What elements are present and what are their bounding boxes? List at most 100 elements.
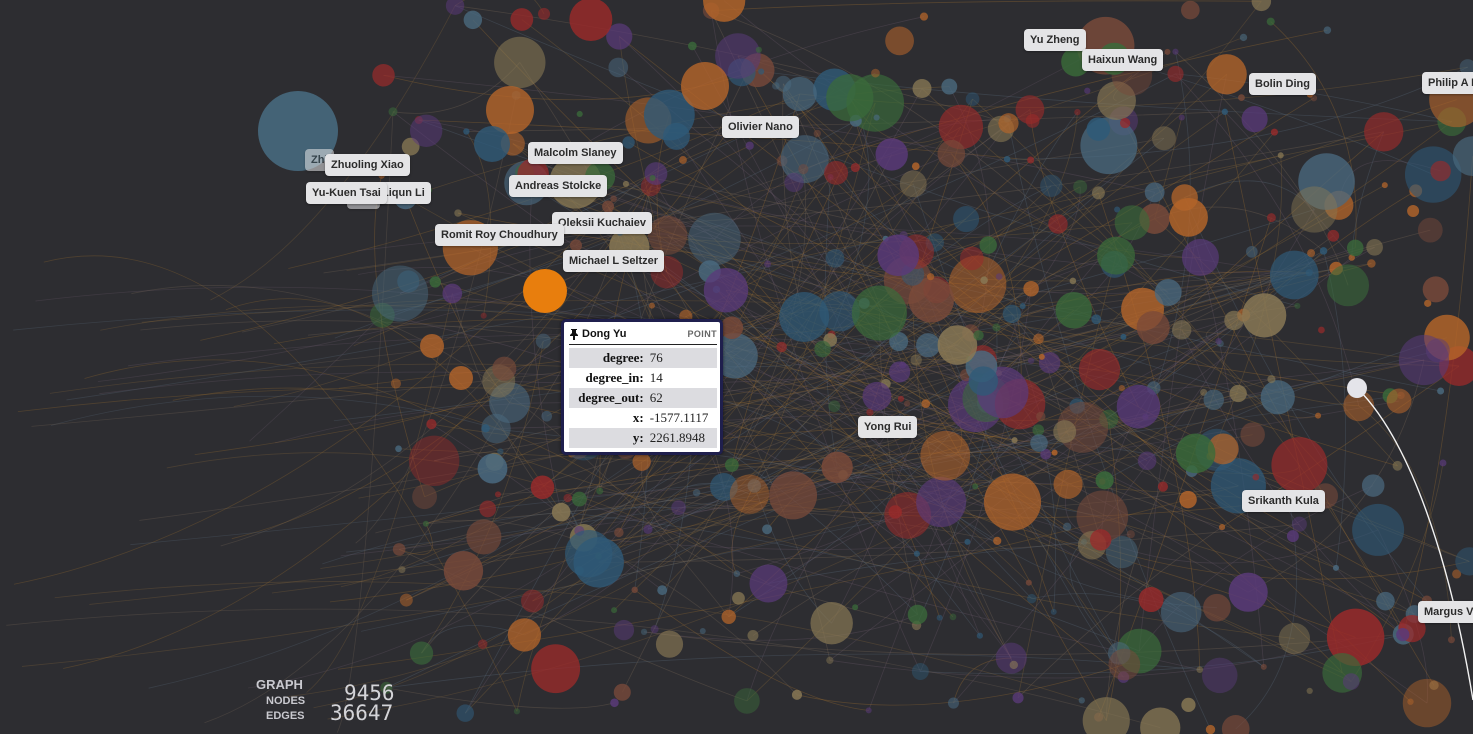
graph-node[interactable] (1048, 214, 1068, 234)
graph-node[interactable] (1181, 697, 1196, 712)
node-label-andreas-stolcke[interactable]: Andreas Stolcke (509, 175, 608, 197)
graph-node[interactable] (1136, 310, 1170, 345)
graph-node[interactable] (1137, 451, 1157, 471)
graph-node[interactable] (1306, 687, 1313, 695)
graph-node[interactable] (1286, 530, 1299, 543)
graph-node[interactable] (699, 628, 706, 635)
graph-node[interactable] (983, 473, 1042, 531)
graph-node[interactable] (494, 36, 546, 89)
graph-node[interactable] (1053, 469, 1083, 499)
graph-node[interactable] (779, 292, 830, 342)
graph-node[interactable] (1266, 213, 1276, 223)
graph-node[interactable] (1319, 247, 1328, 255)
graph-node[interactable] (681, 62, 729, 110)
graph-node[interactable] (463, 10, 483, 30)
graph-node[interactable] (409, 641, 434, 665)
graph-node[interactable] (937, 325, 978, 365)
graph-node[interactable] (614, 527, 624, 538)
graph-node[interactable] (643, 524, 653, 534)
graph-node[interactable] (1009, 660, 1018, 670)
graph-node[interactable] (1224, 310, 1244, 331)
graph-node[interactable] (688, 212, 741, 266)
graph-node[interactable] (1364, 112, 1404, 152)
node-label-yong-rui[interactable]: Yong Rui (858, 416, 918, 438)
graph-node[interactable] (454, 209, 462, 217)
graph-node[interactable] (947, 697, 959, 709)
graph-node[interactable] (477, 453, 508, 484)
graph-node[interactable] (538, 7, 551, 20)
graph-node[interactable] (916, 333, 941, 358)
graph-node[interactable] (1242, 293, 1287, 338)
graph-node[interactable] (1245, 245, 1258, 258)
graph-node[interactable] (888, 505, 902, 519)
graph-node[interactable] (1323, 26, 1332, 34)
graph-node[interactable] (1032, 424, 1045, 436)
graph-node[interactable] (576, 110, 583, 118)
graph-node[interactable] (821, 451, 853, 483)
node-label-philip-a-b[interactable]: Philip A B (1422, 72, 1473, 94)
graph-node[interactable] (631, 586, 638, 594)
graph-node[interactable] (1181, 0, 1200, 20)
graph-node[interactable] (825, 249, 845, 268)
graph-node[interactable] (1095, 471, 1114, 490)
graph-node[interactable] (851, 285, 907, 341)
graph-node[interactable] (1386, 388, 1412, 414)
graph-node[interactable] (703, 267, 749, 313)
graph-node[interactable] (1089, 529, 1112, 551)
graph-node[interactable] (976, 632, 983, 639)
graph-node[interactable] (732, 591, 745, 605)
graph-node[interactable] (648, 215, 688, 255)
graph-node[interactable] (640, 628, 648, 636)
graph-node[interactable] (875, 138, 908, 171)
graph-node[interactable] (1172, 48, 1179, 55)
graph-node[interactable] (632, 452, 651, 471)
graph-node[interactable] (1114, 205, 1150, 241)
graph-node[interactable] (1305, 269, 1313, 277)
graph-node[interactable] (749, 564, 788, 603)
graph-node[interactable] (1126, 530, 1135, 539)
graph-node[interactable] (877, 234, 920, 277)
node-label-oleksii-kuchaiev[interactable]: Oleksii Kuchaiev (552, 212, 653, 234)
graph-node[interactable] (1381, 182, 1388, 189)
graph-node[interactable] (745, 141, 754, 150)
graph-node[interactable] (873, 114, 880, 121)
graph-node[interactable] (1367, 259, 1376, 268)
graph-node[interactable] (1307, 249, 1316, 258)
graph-node[interactable] (1179, 490, 1197, 509)
graph-node[interactable] (1033, 333, 1044, 345)
graph-node[interactable] (910, 354, 922, 366)
graph-node[interactable] (903, 400, 911, 407)
graph-node[interactable] (1023, 280, 1039, 297)
graph-node[interactable] (530, 475, 555, 500)
graph-node[interactable] (1228, 572, 1268, 612)
graph-node[interactable] (611, 607, 618, 614)
graph-node[interactable] (1315, 412, 1322, 419)
graph-node[interactable] (1055, 291, 1093, 329)
graph-node[interactable] (513, 708, 521, 715)
graph-node[interactable] (798, 164, 809, 175)
graph-node[interactable] (1172, 320, 1192, 340)
graph-node[interactable] (734, 688, 760, 714)
graph-node[interactable] (1178, 114, 1185, 121)
graph-node[interactable] (1154, 279, 1182, 306)
graph-node[interactable] (907, 604, 928, 625)
graph-node[interactable] (481, 424, 490, 433)
graph-node[interactable] (1332, 564, 1340, 571)
graph-node[interactable] (1074, 108, 1081, 116)
graph-node[interactable] (412, 484, 437, 510)
graph-node[interactable] (824, 160, 849, 185)
graph-node[interactable] (1241, 106, 1268, 133)
graph-node[interactable] (1151, 126, 1176, 151)
graph-node[interactable] (772, 82, 780, 90)
graph-node[interactable] (649, 175, 656, 182)
graph-node[interactable] (1027, 357, 1035, 364)
highlight-end-node[interactable] (1347, 378, 1367, 398)
graph-node[interactable] (1205, 724, 1216, 734)
selected-node-dong-yu[interactable] (523, 269, 567, 313)
graph-node[interactable] (916, 477, 967, 528)
node-label-yu-zheng[interactable]: Yu Zheng (1024, 29, 1086, 51)
graph-node[interactable] (964, 538, 971, 545)
graph-node[interactable] (1086, 117, 1111, 141)
graph-node[interactable] (1206, 54, 1247, 95)
graph-node[interactable] (1140, 707, 1181, 734)
